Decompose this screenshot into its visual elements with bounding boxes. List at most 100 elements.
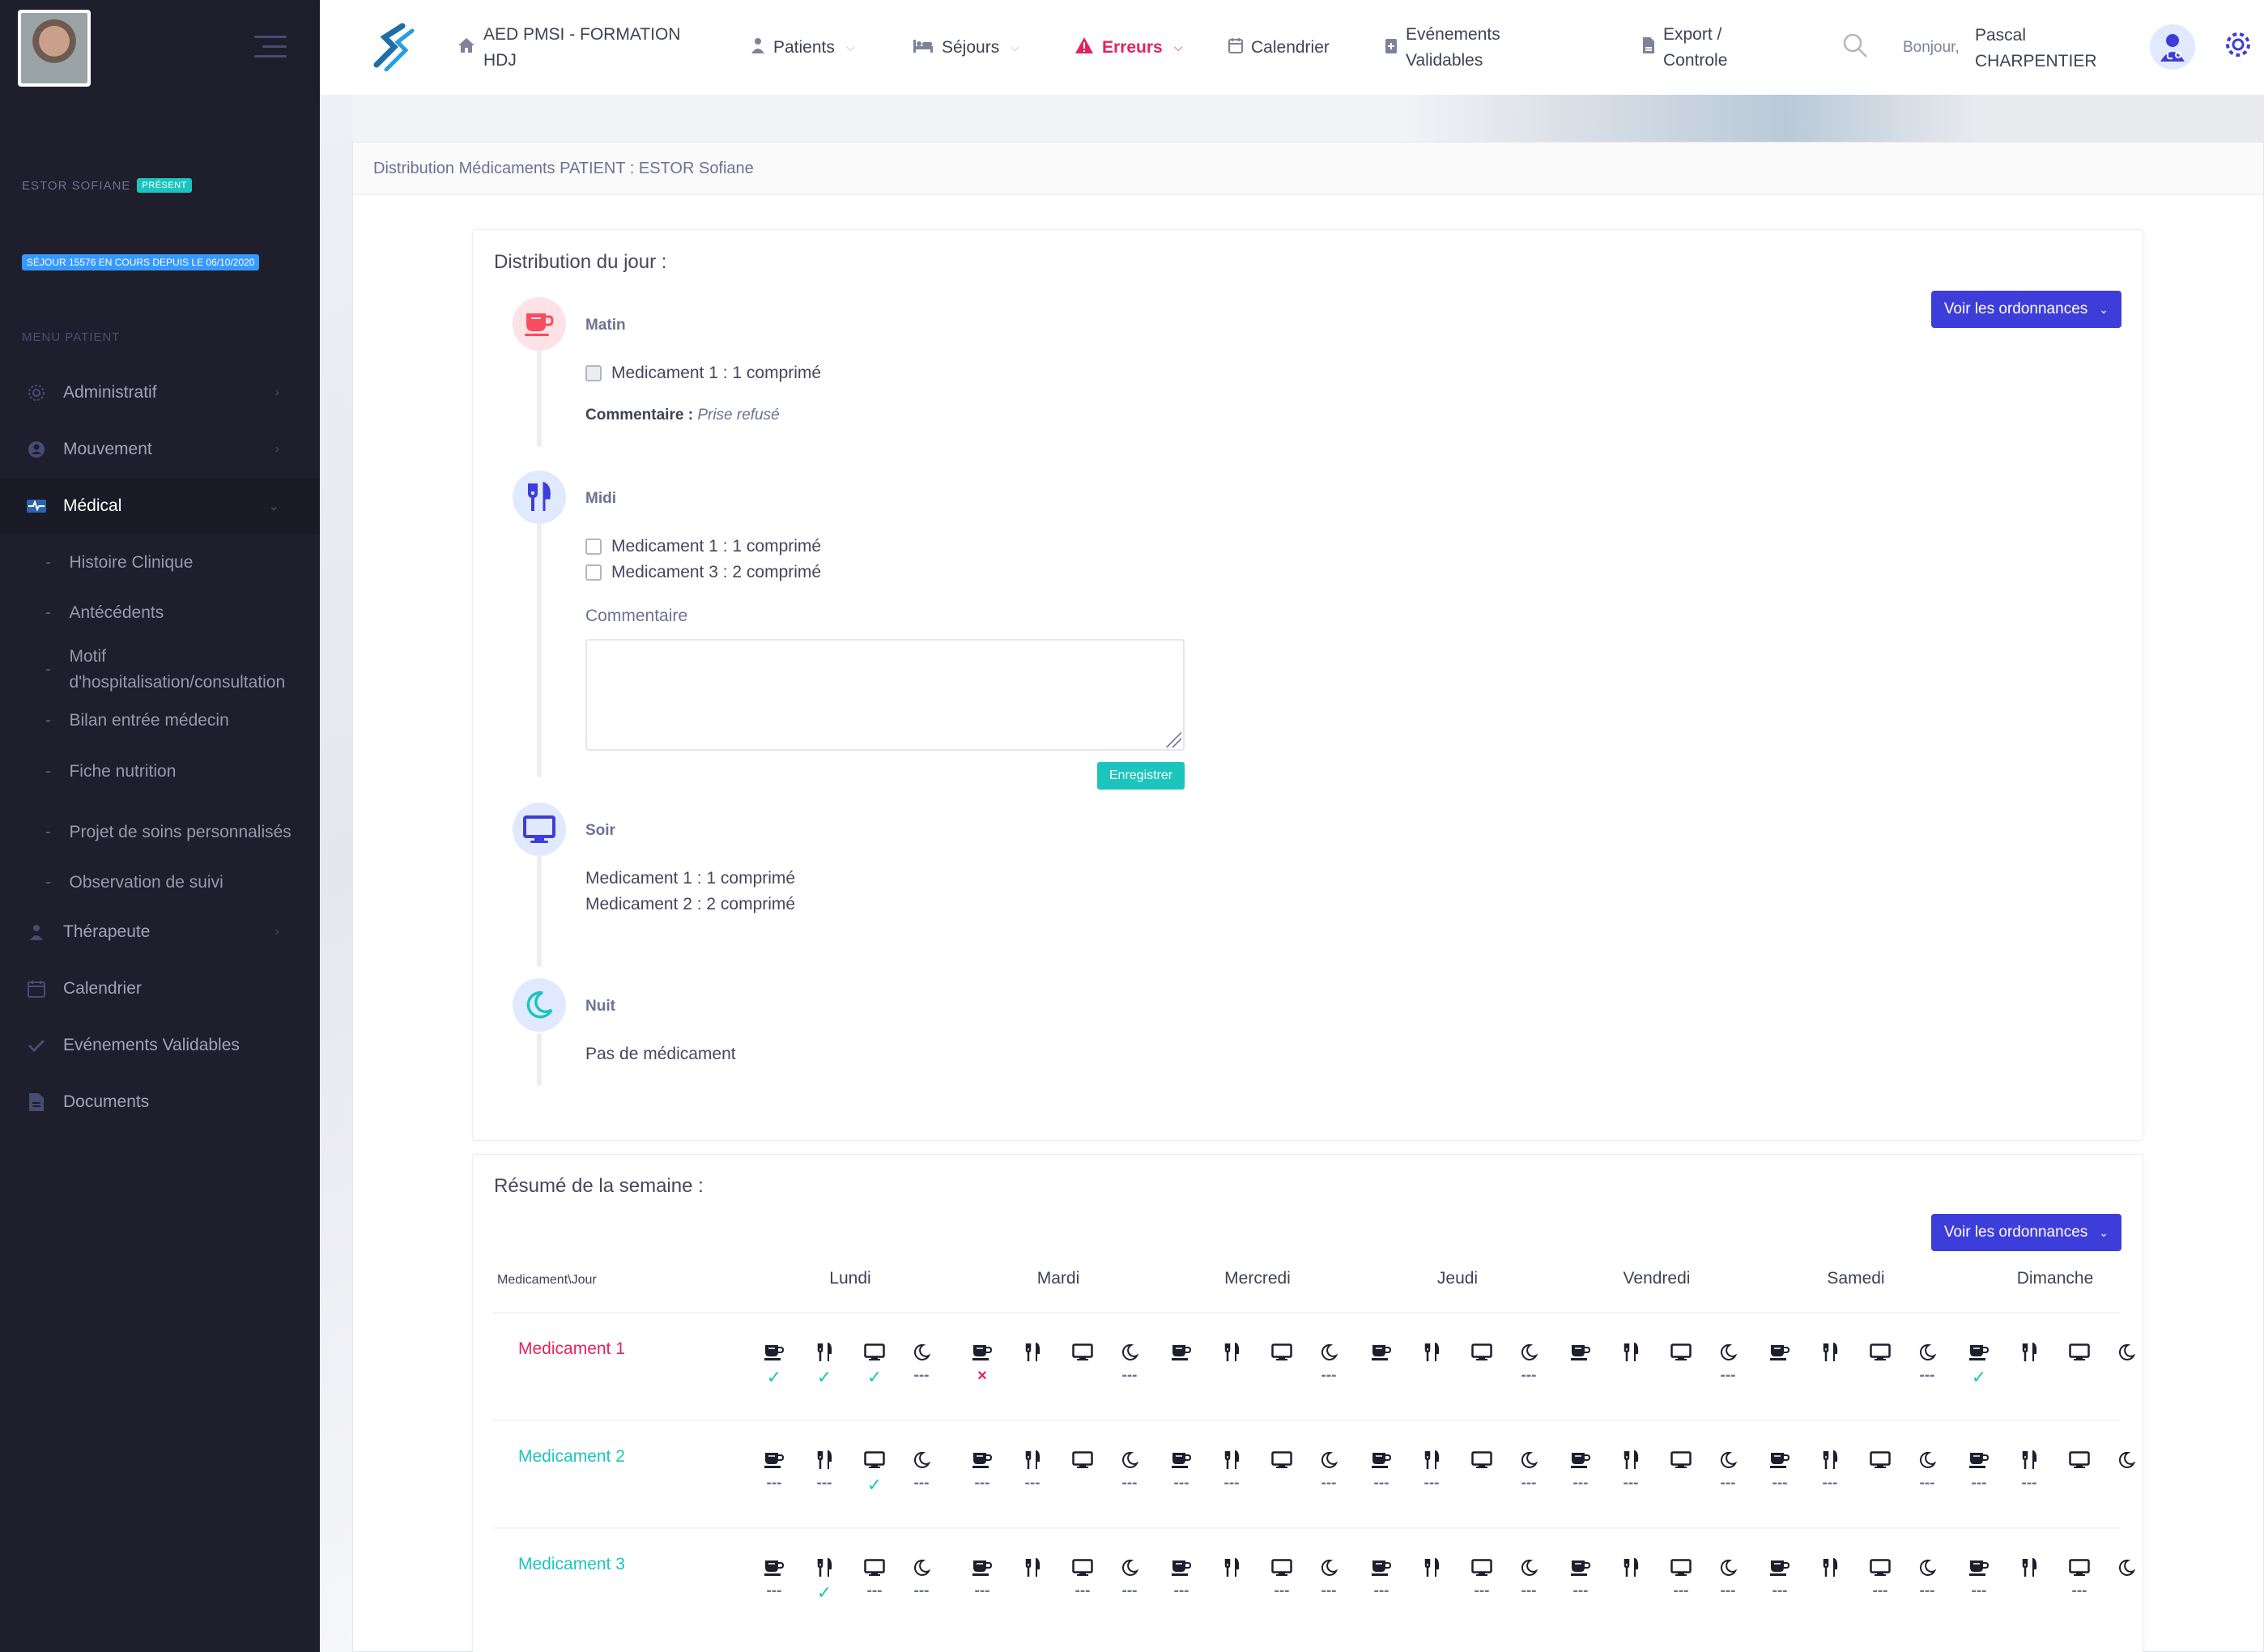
- cup-icon: [763, 1556, 785, 1579]
- medicament-link[interactable]: Medicament 1: [518, 1339, 625, 1359]
- search-button[interactable]: [1842, 0, 1868, 95]
- moon-icon: [1717, 1556, 1739, 1579]
- nav-erreurs[interactable]: Erreurs ⌵: [1075, 0, 1182, 95]
- background-decoration: [320, 95, 352, 1652]
- menu-item-therapeute[interactable]: Thérapeute ›: [0, 904, 320, 960]
- comment-textarea[interactable]: [585, 639, 1185, 751]
- moon-icon: [1916, 1449, 1938, 1471]
- menu-item-calendrier[interactable]: Calendrier: [0, 960, 320, 1017]
- cup-icon: [1968, 1341, 1990, 1364]
- day-header: Jeudi: [1436, 1269, 1479, 1288]
- status-none: ---: [1121, 1367, 1138, 1384]
- doctor-avatar-icon[interactable]: [2150, 24, 2195, 70]
- menu-label: Thérapeute: [63, 922, 151, 941]
- sidebar: ESTOR SOFIANE PRÉSENT SÉJOUR 15576 EN CO…: [0, 0, 320, 1652]
- nav-evenements[interactable]: Evénements Validables: [1385, 0, 1500, 95]
- status-none: ---: [1373, 1475, 1389, 1492]
- menu-item-medical[interactable]: Médical ⌄: [0, 478, 320, 534]
- midi-med-1[interactable]: Medicament 1 : 1 comprimé: [585, 537, 821, 556]
- submenu-label: Antécédents: [69, 603, 164, 622]
- cutlery-icon: [1021, 1449, 1044, 1471]
- cup-icon: [1370, 1449, 1393, 1471]
- menu-item-administratif[interactable]: Administratif ›: [0, 364, 320, 421]
- medical-icon: [26, 496, 47, 517]
- app-logo[interactable]: [370, 23, 415, 72]
- submenu-item-observation[interactable]: - Observation de suivi: [0, 862, 320, 904]
- moon-icon: [910, 1556, 933, 1579]
- submenu-item-nutrition[interactable]: - Fiche nutrition: [0, 740, 320, 803]
- patient-avatar[interactable]: [18, 10, 91, 87]
- status-check-icon: ✓: [1971, 1367, 1987, 1387]
- enregistrer-button[interactable]: Enregistrer: [1097, 762, 1185, 790]
- submenu-item-projet-soins[interactable]: - Projet de soins personnalisés: [0, 803, 320, 862]
- status-check-icon: ✓: [816, 1582, 832, 1603]
- monitor-icon: [1470, 1556, 1493, 1579]
- moon-icon: [1517, 1341, 1540, 1364]
- cup-icon: [1768, 1341, 1791, 1364]
- midi-med-3[interactable]: Medicament 3 : 2 comprimé: [585, 563, 821, 582]
- moon-icon: [1517, 1449, 1540, 1471]
- search-icon: [1842, 32, 1868, 63]
- submenu-item-bilan[interactable]: - Bilan entrée médecin: [0, 701, 320, 740]
- moon-icon: [1317, 1556, 1340, 1579]
- status-none: ---: [1572, 1582, 1589, 1599]
- nav-export[interactable]: Export / Controle: [1642, 0, 1727, 95]
- status-none: ---: [2021, 1475, 2037, 1492]
- matin-med-1[interactable]: Medicament 1 : 1 comprimé: [585, 364, 821, 383]
- submenu-label: Motif d'hospitalisation/consultation: [69, 647, 286, 692]
- monitor-icon: [1670, 1449, 1692, 1471]
- med-text: Medicament 3 : 2 comprimé: [611, 563, 822, 581]
- menu-item-mouvement[interactable]: Mouvement ›: [0, 421, 320, 478]
- menu-label: Documents: [63, 1092, 150, 1111]
- chevron-right-icon: ›: [274, 442, 279, 456]
- submenu-item-histoire-clinique[interactable]: - Histoire Clinique: [0, 538, 320, 588]
- status-none: ---: [1720, 1475, 1736, 1492]
- checkbox[interactable]: [585, 564, 602, 581]
- status-none: ---: [1872, 1582, 1888, 1599]
- nav-sejours[interactable]: Séjours ⌵: [913, 0, 1019, 95]
- menu-item-documents[interactable]: Documents: [0, 1074, 320, 1130]
- medicament-link[interactable]: Medicament 3: [518, 1555, 625, 1574]
- cup-icon: [1370, 1341, 1393, 1364]
- status-none: ---: [1623, 1475, 1639, 1492]
- cutlery-icon: [1619, 1341, 1642, 1364]
- soir-label: Soir: [585, 822, 615, 839]
- status-none: ---: [1572, 1475, 1589, 1492]
- nav-patients[interactable]: Patients ⌵: [751, 0, 855, 95]
- status-none: ---: [1321, 1582, 1337, 1599]
- monitor-icon: [513, 803, 566, 856]
- resize-handle-icon[interactable]: [1164, 730, 1181, 747]
- menu-toggle-icon[interactable]: [254, 36, 287, 65]
- submenu-label: Observation de suivi: [69, 873, 223, 892]
- submenu-item-motif[interactable]: - Motif d'hospitalisation/consultation: [0, 638, 320, 701]
- user-name[interactable]: Pascal CHARPENTIER: [1975, 23, 2097, 75]
- status-none: ---: [1822, 1475, 1838, 1492]
- day-header: Lundi: [829, 1269, 871, 1288]
- voir-ordonnances-button[interactable]: Voir les ordonnances ⌄: [1930, 291, 2121, 328]
- cutlery-icon: [813, 1556, 836, 1579]
- submenu-item-antecedents[interactable]: - Antécédents: [0, 588, 320, 638]
- monitor-icon: [1270, 1341, 1293, 1364]
- status-check-icon: ✓: [816, 1367, 832, 1387]
- cutlery-icon: [513, 470, 566, 524]
- document-icon: [26, 1092, 47, 1113]
- cup-icon: [1569, 1341, 1592, 1364]
- cutlery-icon: [1420, 1341, 1443, 1364]
- nav-home-line2: HDJ: [483, 50, 517, 70]
- checkbox[interactable]: [585, 539, 602, 555]
- status-none: ---: [1521, 1582, 1537, 1599]
- status-none: ---: [1521, 1367, 1537, 1384]
- menu-item-evenements[interactable]: Evénements Validables: [0, 1017, 320, 1074]
- nav-calendrier[interactable]: Calendrier: [1228, 0, 1330, 95]
- timeline-line: [537, 855, 542, 967]
- hero-banner-image: [352, 95, 2264, 142]
- card-title: Distribution Médicaments PATIENT : ESTOR…: [353, 143, 2263, 195]
- midi-label: Midi: [585, 490, 616, 507]
- checkbox[interactable]: [585, 365, 602, 381]
- nav-home[interactable]: AED PMSI - FORMATION HDJ: [457, 0, 680, 95]
- medicament-link[interactable]: Medicament 2: [518, 1447, 625, 1467]
- voir-ordonnances-button[interactable]: Voir les ordonnances ⌄: [1930, 1214, 2121, 1251]
- button-label: Voir les ordonnances: [1943, 300, 2088, 317]
- settings-gear-icon[interactable]: [2224, 31, 2252, 62]
- moon-icon: [1916, 1341, 1938, 1364]
